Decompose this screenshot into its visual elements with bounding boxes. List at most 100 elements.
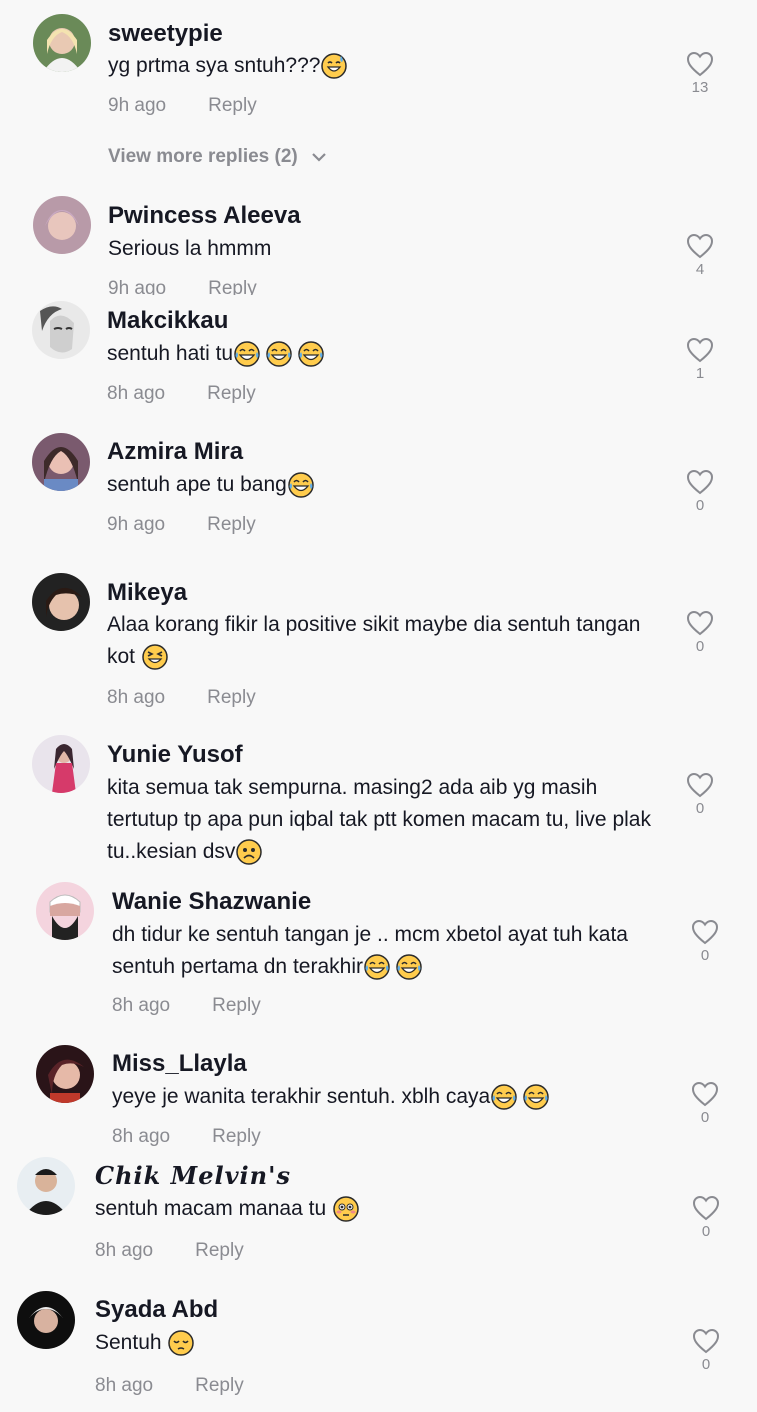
username[interactable]: sweetypie: [108, 19, 223, 49]
comment-item: Chik Melvin's sentuh macam manaa tu 8h a…: [0, 1155, 757, 1285]
comment-meta: 9h ago Reply: [108, 94, 257, 118]
comment-item: Mikeya Alaa korang fikir la positive sik…: [0, 565, 757, 730]
sweat-smile-emoji-icon: [321, 53, 348, 80]
comment-text: sentuh ape tu bang: [107, 469, 667, 501]
heart-outline-icon: [686, 610, 714, 636]
view-more-replies-button[interactable]: View more replies (2): [108, 146, 327, 168]
reply-button[interactable]: Reply: [208, 95, 257, 116]
pensive-face-emoji-icon: [168, 1330, 195, 1357]
comment-item: Syada Abd Sentuh 8h ago Reply 0: [0, 1285, 757, 1412]
laughing-tears-emoji-icon: [288, 472, 314, 499]
avatar[interactable]: [32, 433, 90, 491]
comment-item: Pwincess Aleeva Serious la hmmm 9h ago Re…: [0, 190, 757, 295]
reply-button[interactable]: Reply: [207, 383, 256, 404]
timestamp: 9h ago: [107, 514, 166, 535]
like-count: 0: [695, 497, 705, 514]
like-button[interactable]: 0: [687, 919, 723, 964]
chevron-down-icon: [312, 153, 326, 162]
username[interactable]: Yunie Yusof: [107, 740, 243, 770]
comment-item: Makcikkau sentuh hati tu 8h ago Reply 1: [0, 295, 757, 425]
like-count: 13: [691, 79, 709, 96]
avatar[interactable]: [36, 1045, 94, 1103]
reply-button[interactable]: Reply: [212, 1126, 261, 1147]
username[interactable]: Makcikkau: [107, 306, 228, 336]
like-button[interactable]: 0: [682, 610, 718, 655]
heart-outline-icon: [686, 469, 714, 495]
comment-meta: 9h ago Reply: [107, 513, 256, 537]
like-count: 0: [695, 800, 705, 817]
avatar[interactable]: [32, 301, 90, 359]
timestamp: 8h ago: [112, 1126, 171, 1147]
like-count: 0: [701, 1356, 711, 1373]
heart-outline-icon: [686, 772, 714, 798]
reply-button[interactable]: Reply: [195, 1240, 244, 1261]
heart-outline-icon: [691, 919, 719, 945]
heart-outline-icon: [686, 337, 714, 363]
flushed-face-emoji-icon: [333, 1196, 359, 1223]
comment-text: yeye je wanita terakhir sentuh. xblh cay…: [112, 1081, 672, 1113]
timestamp: 8h ago: [95, 1240, 154, 1261]
username[interactable]: Syada Abd: [95, 1295, 218, 1325]
comment-item: Azmira Mira sentuh ape tu bang 9h ago Rep…: [0, 425, 757, 565]
like-count: 1: [695, 365, 705, 382]
timestamp: 8h ago: [95, 1375, 154, 1396]
avatar[interactable]: [17, 1157, 75, 1215]
username[interactable]: Wanie Shazwanie: [112, 887, 311, 917]
avatar[interactable]: [17, 1291, 75, 1349]
username[interactable]: Mikeya: [107, 578, 187, 608]
reply-button[interactable]: Reply: [207, 514, 256, 535]
comment-meta: 8h ago Reply: [95, 1239, 244, 1263]
like-button[interactable]: 1: [682, 337, 718, 382]
comment-item: Yunie Yusof kita semua tak sempurna. mas…: [0, 730, 757, 875]
avatar[interactable]: [36, 882, 94, 940]
like-button[interactable]: 0: [688, 1328, 724, 1373]
comment-meta: 8h ago Reply: [112, 994, 261, 1018]
like-count: 0: [700, 1109, 710, 1126]
username[interactable]: Miss_Llayla: [112, 1049, 247, 1079]
comment-meta: 8h ago Reply: [107, 382, 256, 406]
comment-text: dh tidur ke sentuh tangan je .. mcm xbet…: [112, 919, 672, 983]
comment-text: sentuh macam manaa tu: [95, 1193, 655, 1225]
laughing-tears-emoji-icon: [523, 1084, 549, 1111]
heart-outline-icon: [692, 1195, 720, 1221]
like-count: 0: [701, 1223, 711, 1240]
laughing-tears-emoji-icon: [396, 954, 422, 981]
comment-meta: 8h ago Reply: [95, 1374, 244, 1398]
comment-text: Sentuh: [95, 1327, 655, 1359]
avatar[interactable]: [33, 14, 91, 72]
reply-button[interactable]: Reply: [212, 995, 261, 1016]
heart-outline-icon: [686, 51, 714, 77]
username[interactable]: Pwincess Aleeva: [108, 201, 301, 231]
username[interactable]: Azmira Mira: [107, 437, 243, 467]
reply-button[interactable]: Reply: [195, 1375, 244, 1396]
reply-button[interactable]: Reply: [207, 687, 256, 708]
like-button[interactable]: 13: [682, 51, 718, 96]
sad-face-emoji-icon: [236, 839, 263, 866]
laughing-tears-emoji-icon: [298, 341, 324, 368]
timestamp: 9h ago: [108, 95, 167, 116]
comment-item: Wanie Shazwanie dh tidur ke sentuh tanga…: [0, 875, 757, 1035]
heart-outline-icon: [692, 1328, 720, 1354]
like-button[interactable]: 0: [682, 772, 718, 817]
username[interactable]: Chik Melvin's: [95, 1161, 291, 1191]
comment-meta: 9h ago Reply: [108, 277, 257, 295]
like-button[interactable]: 4: [682, 233, 718, 278]
like-count: 4: [695, 261, 705, 278]
timestamp: 8h ago: [112, 995, 171, 1016]
reply-button[interactable]: Reply: [208, 278, 257, 295]
avatar[interactable]: [33, 196, 91, 254]
timestamp: 9h ago: [108, 278, 167, 295]
avatar[interactable]: [32, 735, 90, 793]
like-button[interactable]: 0: [688, 1195, 724, 1240]
laughing-tears-emoji-icon: [234, 341, 260, 368]
comment-text: Serious la hmmm: [108, 237, 272, 260]
comment-text: kita semua tak sempurna. masing2 ada aib…: [107, 772, 667, 868]
avatar[interactable]: [32, 573, 90, 631]
timestamp: 8h ago: [107, 383, 166, 404]
like-button[interactable]: 0: [687, 1081, 723, 1126]
laughing-tears-emoji-icon: [266, 341, 292, 368]
like-button[interactable]: 0: [682, 469, 718, 514]
comment-meta: 8h ago Reply: [107, 686, 256, 710]
comment-text: yg prtma sya sntuh???: [108, 50, 668, 82]
comment-meta: 8h ago Reply: [112, 1125, 261, 1149]
